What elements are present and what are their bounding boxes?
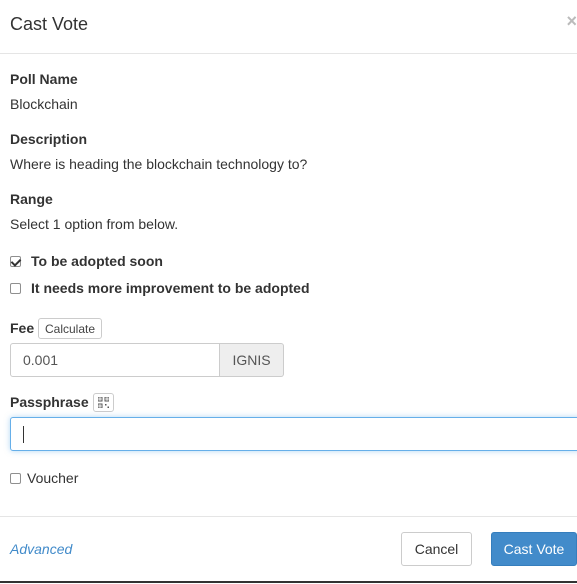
- voucher-checkbox[interactable]: [10, 472, 21, 484]
- modal-title: Cast Vote: [10, 14, 89, 34]
- cast-vote-button[interactable]: Cast Vote: [491, 532, 577, 566]
- passphrase-label: Passphrase: [10, 394, 89, 410]
- qr-code-icon: [98, 397, 109, 408]
- passphrase-input[interactable]: [10, 417, 577, 451]
- close-icon[interactable]: ×: [566, 11, 577, 32]
- description-label: Description: [10, 131, 88, 147]
- vote-option-2[interactable]: It needs more improvement to be adopted: [10, 280, 310, 296]
- range-label: Range: [10, 191, 53, 207]
- fee-label: Fee: [10, 320, 35, 336]
- option-1-label: To be adopted soon: [31, 253, 163, 269]
- voucher-label: Voucher: [27, 470, 79, 486]
- option-2-checkbox[interactable]: [10, 282, 21, 294]
- advanced-link[interactable]: Advanced: [10, 541, 72, 557]
- description-value: Where is heading the blockchain technolo…: [10, 156, 308, 172]
- fee-input[interactable]: 0.001: [10, 343, 220, 377]
- poll-name-value: Blockchain: [10, 96, 78, 112]
- option-1-checkbox[interactable]: [10, 255, 21, 267]
- text-cursor: [23, 426, 24, 443]
- vote-option-1[interactable]: To be adopted soon: [10, 253, 163, 269]
- voucher-option[interactable]: Voucher: [10, 470, 78, 486]
- fee-currency-addon: IGNIS: [220, 343, 284, 377]
- cast-vote-modal: Cast Vote × Poll Name Blockchain Descrip…: [0, 0, 577, 583]
- option-2-label: It needs more improvement to be adopted: [31, 280, 310, 296]
- poll-name-label: Poll Name: [10, 71, 78, 87]
- calculate-button[interactable]: Calculate: [38, 318, 103, 339]
- qr-code-button[interactable]: [93, 393, 114, 412]
- range-value: Select 1 option from below.: [10, 216, 179, 232]
- modal-header: Cast Vote ×: [0, 0, 577, 54]
- fee-input-group: 0.001 IGNIS: [10, 343, 284, 377]
- cancel-button[interactable]: Cancel: [401, 532, 472, 566]
